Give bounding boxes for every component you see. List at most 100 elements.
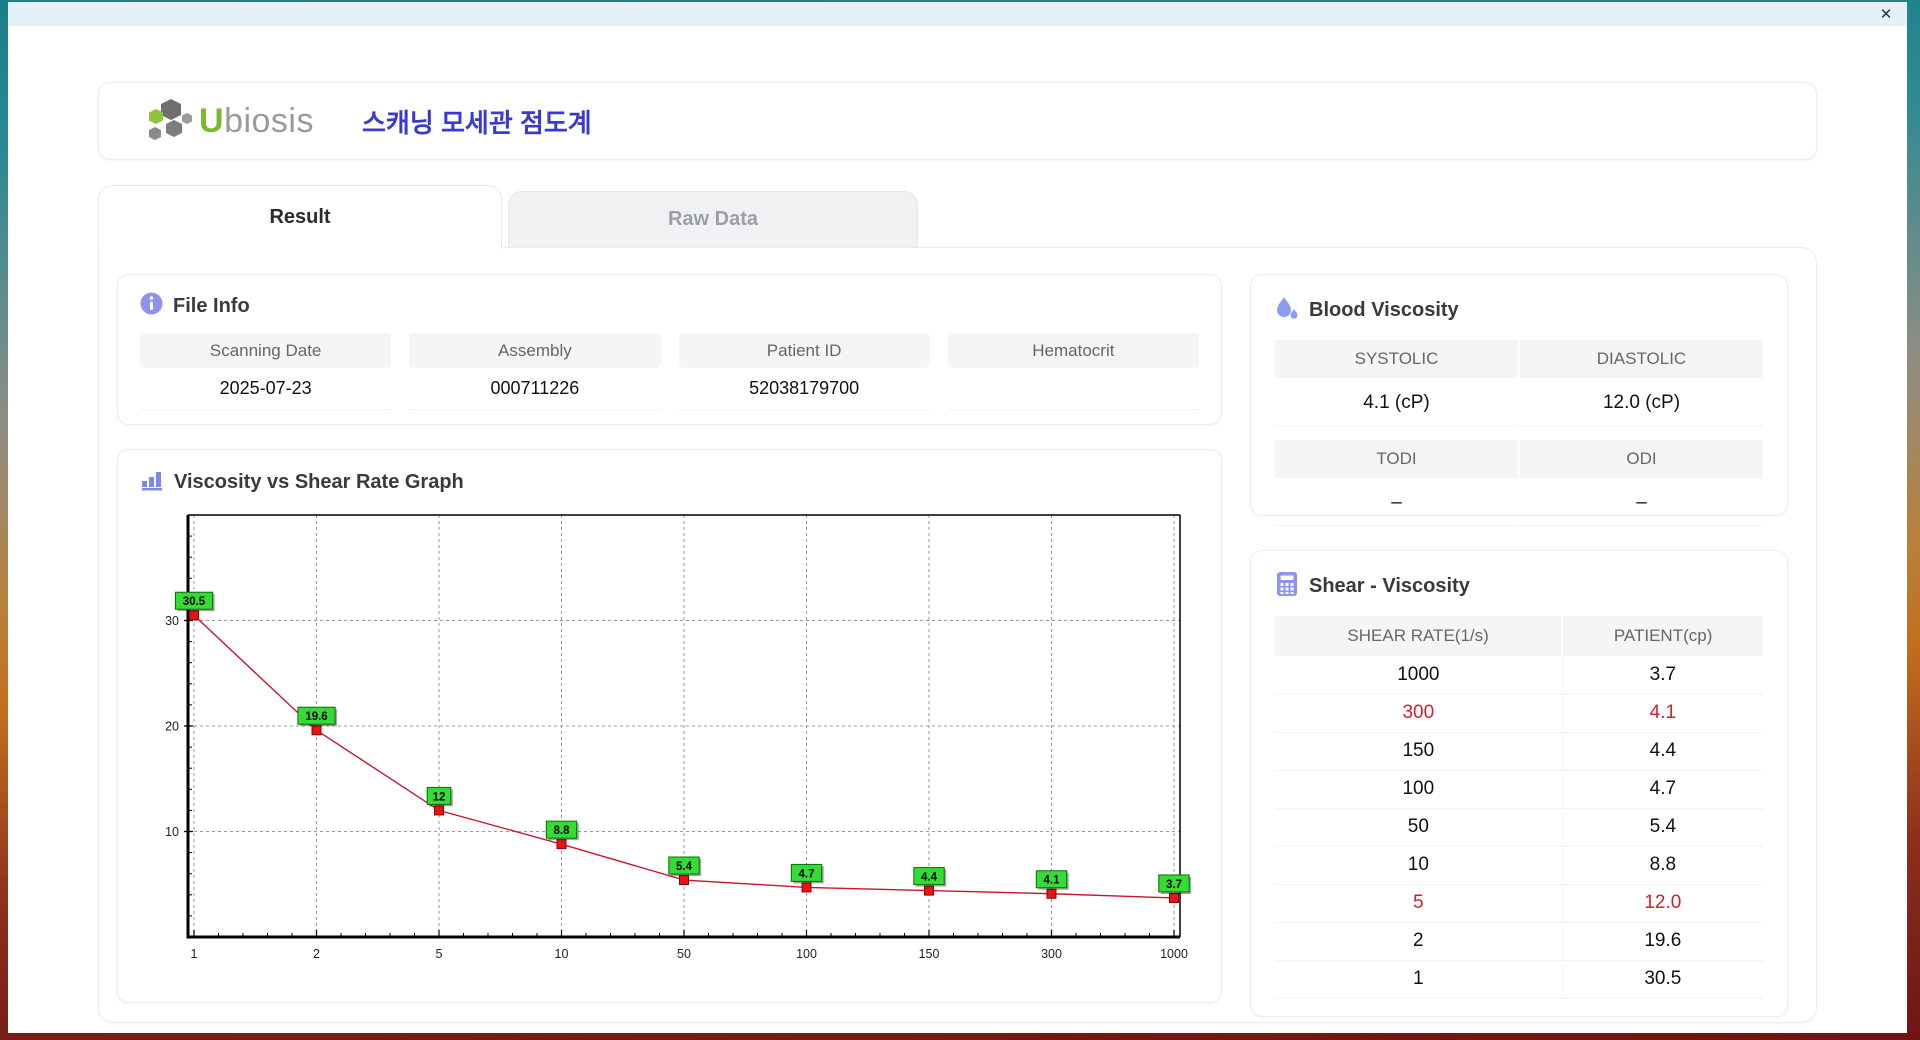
file-info-card: File Info Scanning Date 2025-07-23 Assembl… [117,274,1222,425]
graph-card: Viscosity vs Shear Rate Graph 1 2 5 10 50 100… [117,449,1222,1003]
shear-rate-cell: 1000 [1275,656,1563,695]
data-point-marker [801,882,812,893]
column-header-patient: PATIENT(cp) [1562,616,1763,656]
file-info-field-patient-id: Patient ID 52038179700 [678,333,930,410]
svg-text:8.8: 8.8 [554,825,571,837]
data-point-marker [434,805,444,816]
patient-viscosity-cell: 4.4 [1562,732,1763,771]
svg-text:10: 10 [165,825,179,839]
svg-text:5.4: 5.4 [676,861,693,873]
graph-title: Viscosity vs Shear Rate Graph [174,471,464,493]
shear-rate-cell: 50 [1275,808,1563,847]
calculator-icon [1275,571,1299,602]
ubiosis-logo-icon [141,95,193,148]
metric-label-odi: ODI [1520,440,1763,478]
data-point-marker [189,610,199,621]
metric-value-odi: – [1520,480,1763,526]
field-label: Scanning Date [140,333,392,368]
shear-viscosity-table: SHEAR RATE(1/s) PATIENT(cp) 1000 3.7 300 4.… [1275,616,1763,999]
table-row: 1 30.5 [1275,960,1763,999]
table-row: 10 8.8 [1275,846,1763,885]
shear-rate-cell: 5 [1275,884,1563,923]
data-point-marker [1169,892,1179,903]
close-icon: ✕ [1879,6,1893,23]
tab-bar: Result Raw Data [98,185,1817,249]
svg-text:300: 300 [1041,947,1062,961]
ubiosis-logo: Ubiosis [141,95,314,148]
patient-viscosity-cell: 19.6 [1562,922,1763,961]
svg-text:30.5: 30.5 [183,596,206,608]
shear-viscosity-title: Shear - Viscosity [1309,575,1470,597]
metric-label-todi: TODI [1275,440,1518,478]
svg-text:2: 2 [313,947,320,961]
shear-rate-cell: 300 [1275,694,1563,733]
blood-viscosity-title: Blood Viscosity [1309,299,1459,321]
tab-raw-data[interactable]: Raw Data [508,191,918,247]
logo-text: Ubiosis [199,101,314,140]
file-info-field-assembly: Assembly 000711226 [409,333,661,410]
patient-viscosity-cell: 3.7 [1562,656,1763,695]
table-row: 1000 3.7 [1275,656,1763,695]
blood-viscosity-metrics: SYSTOLIC DIASTOLIC 4.1 (cP) 12.0 (cP) TODI OD… [1275,340,1763,526]
file-info-fields: Scanning Date 2025-07-23 Assembly 000711226… [140,333,1199,410]
data-point-marker [679,875,689,886]
metric-label-diastolic: DIASTOLIC [1520,340,1763,378]
info-icon [140,292,163,320]
table-row: 50 5.4 [1275,808,1763,847]
svg-text:30: 30 [165,614,179,628]
svg-text:150: 150 [919,947,940,961]
metric-value-todi: – [1275,480,1518,526]
patient-viscosity-cell: 12.0 [1562,884,1763,923]
file-info-field-hematocrit: Hematocrit [947,333,1199,410]
file-info-field-scanning-date: Scanning Date 2025-07-23 [140,333,392,410]
field-label: Patient ID [678,333,930,368]
header-card: Ubiosis 스캐닝 모세관 점도계 [98,82,1817,160]
svg-text:4.1: 4.1 [1044,875,1061,887]
blood-viscosity-card: Blood Viscosity SYSTOLIC DIASTOLIC 4.1 (cP… [1250,274,1788,526]
patient-viscosity-cell: 30.5 [1562,960,1763,999]
field-value [947,368,1199,410]
patient-viscosity-cell: 5.4 [1562,808,1763,847]
metric-value-systolic: 4.1 (cP) [1275,380,1518,426]
data-point-marker [1046,888,1057,899]
patient-viscosity-cell: 8.8 [1562,846,1763,885]
svg-text:3.7: 3.7 [1166,879,1182,891]
data-point-marker [556,839,567,850]
shear-rate-cell: 150 [1275,732,1563,771]
tab-result[interactable]: Result [98,185,502,249]
svg-text:5: 5 [436,947,443,961]
svg-text:19.6: 19.6 [305,711,327,723]
shear-rate-cell: 2 [1275,922,1563,961]
window-titlebar: ✕ [8,2,1907,26]
page-title: 스캐닝 모세관 점도계 [362,107,592,138]
table-row: 150 4.4 [1275,732,1763,771]
field-value: 52038179700 [678,368,930,410]
data-point-marker [311,725,322,736]
svg-text:100: 100 [796,947,817,961]
droplet-icon [1275,295,1299,326]
field-label: Assembly [409,333,661,368]
svg-text:10: 10 [555,947,569,961]
field-value: 2025-07-23 [140,368,392,410]
metric-label-systolic: SYSTOLIC [1275,340,1518,378]
metric-value-diastolic: 12.0 (cP) [1520,380,1763,426]
svg-text:1: 1 [191,947,198,961]
svg-text:4.7: 4.7 [799,868,815,880]
table-row: 100 4.7 [1275,770,1763,809]
shear-viscosity-card: Shear - Viscosity SHEAR RATE(1/s) PATIEN… [1250,550,1788,1017]
patient-viscosity-cell: 4.1 [1562,694,1763,733]
table-row: 5 12.0 [1275,884,1763,923]
table-row: 2 19.6 [1275,922,1763,961]
svg-text:1000: 1000 [1160,947,1188,961]
field-label: Hematocrit [947,333,1199,368]
svg-text:12: 12 [433,791,446,803]
close-button[interactable]: ✕ [1875,5,1897,23]
viscosity-chart: 1 2 5 10 50 100 150 300 1000 10 20 30 30.5 19.6 12 8.8 5… [140,509,1199,984]
shear-rate-cell: 100 [1275,770,1563,809]
svg-text:20: 20 [165,720,179,734]
table-row: 300 4.1 [1275,694,1763,733]
shear-rate-cell: 10 [1275,846,1563,885]
result-panel: File Info Scanning Date 2025-07-23 Assembl… [98,247,1817,1023]
field-value: 000711226 [409,368,661,410]
bar-chart-icon [140,468,164,497]
